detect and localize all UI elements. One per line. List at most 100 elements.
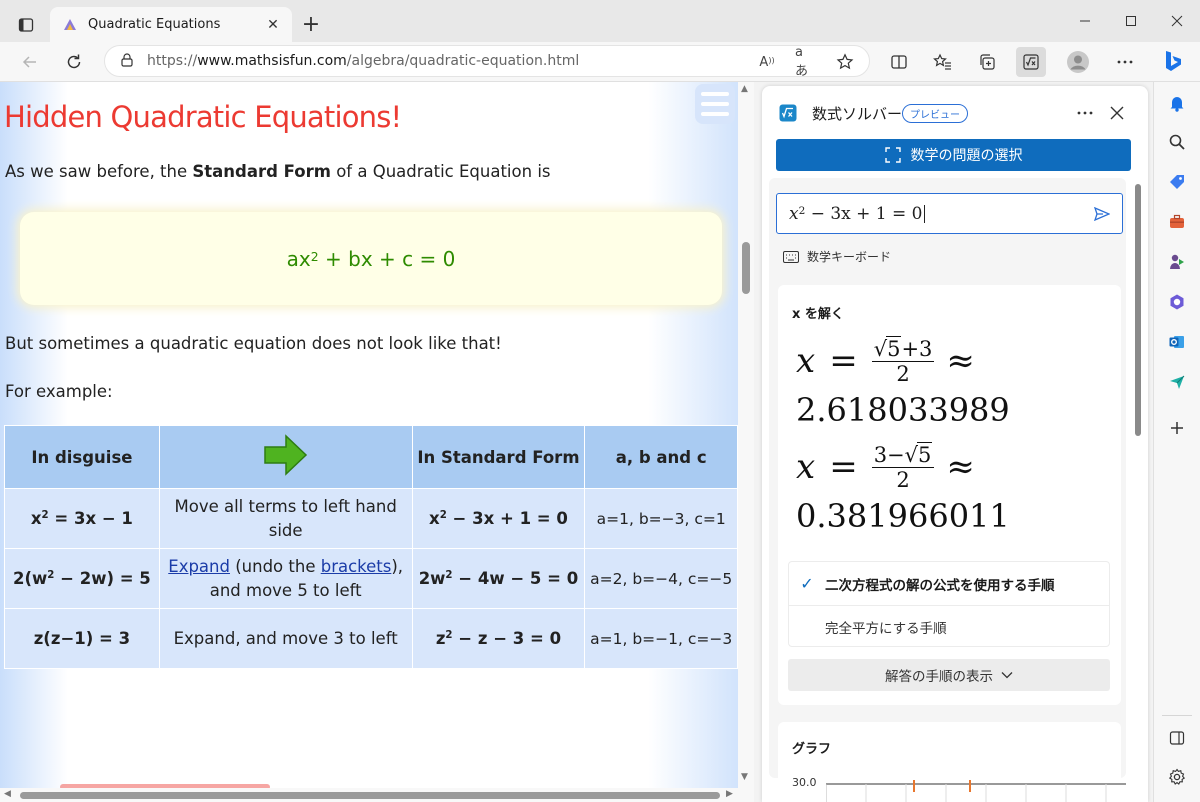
collections-icon[interactable] [972, 47, 1002, 77]
graph-heading: グラフ [792, 742, 832, 757]
scroll-left-icon[interactable]: ◀ [4, 789, 11, 799]
solution-card: x を解く x = √5+3 2 ≈ 2.618033989 x = 3−√5 2 … [778, 285, 1121, 705]
sidebar-settings-gear-icon[interactable] [1164, 764, 1190, 790]
brackets-link[interactable]: brackets [321, 557, 392, 576]
col-header-arrow [158, 425, 413, 489]
active-tab[interactable]: Quadratic Equations ✕ [50, 7, 292, 42]
page-heading: Hidden Quadratic Equations! [4, 100, 402, 134]
graph-y-axis-label: 30.0 [792, 776, 817, 789]
drop-send-icon[interactable] [1164, 369, 1190, 395]
scroll-right-icon[interactable]: ▶ [726, 789, 733, 799]
graph-card: グラフ 30.0 [778, 722, 1126, 802]
show-solution-steps-button[interactable]: 解答の手順の表示 [788, 659, 1110, 691]
search-icon[interactable] [1164, 129, 1190, 155]
shopping-tag-icon[interactable] [1164, 169, 1190, 195]
math-solver-title: 数式ソルバー [812, 105, 903, 123]
add-sidebar-app-icon[interactable] [1164, 415, 1190, 441]
new-tab-icon[interactable]: + [298, 11, 324, 37]
window-close-icon[interactable] [1154, 6, 1200, 36]
solver-close-icon[interactable] [1104, 100, 1130, 126]
cell-disguise: z(z−1) = 3 [4, 608, 160, 669]
scroll-up-icon[interactable]: ▲ [741, 84, 748, 94]
graph-plot-preview [826, 780, 1126, 802]
cell-disguise: 2(w2 − 2w) = 5 [4, 548, 160, 609]
bing-copilot-icon[interactable] [1158, 47, 1188, 77]
cell-abc: a=1, b=−1, c=−3 [584, 608, 738, 669]
page-horizontal-scroll-thumb[interactable] [20, 792, 720, 799]
split-screen-icon[interactable] [884, 47, 914, 77]
method-complete-the-square[interactable]: 完全平方にする手順 [789, 605, 1109, 648]
solver-scrollbar[interactable] [1132, 178, 1142, 798]
col-header-in-disguise: In disguise [4, 425, 160, 489]
table-row: x2 = 3x − 1 Move all terms to left hand … [4, 488, 738, 549]
more-options-icon[interactable] [1110, 47, 1140, 77]
tab-title: Quadratic Equations [88, 17, 221, 32]
address-bar[interactable]: https://www.mathsisfun.com/algebra/quadr… [104, 45, 870, 79]
tools-briefcase-icon[interactable] [1164, 209, 1190, 235]
games-icon[interactable] [1164, 249, 1190, 275]
disguise-table: In disguise In Standard Form a, b and c … [4, 425, 738, 669]
cell-standard-form: x2 − 3x + 1 = 0 [411, 488, 586, 549]
profile-avatar-icon[interactable] [1063, 47, 1093, 77]
hide-sidebar-icon[interactable] [1164, 725, 1190, 751]
expand-link[interactable]: Expand [168, 557, 230, 576]
cell-abc: a=1, b=−3, c=1 [584, 488, 738, 549]
favorite-star-icon[interactable] [835, 52, 855, 72]
cell-action: Expand, and move 3 to left [158, 608, 413, 669]
tab-close-icon[interactable]: ✕ [264, 16, 282, 34]
scroll-down-icon[interactable]: ▼ [741, 772, 748, 782]
translate-icon[interactable]: aあ [795, 45, 815, 79]
cell-abc: a=2, b=−4, c=−5 [584, 548, 738, 609]
root-two-fraction: 3−√5 2 [871, 442, 935, 492]
back-icon[interactable] [14, 46, 46, 78]
minimize-icon[interactable] [1062, 6, 1108, 36]
root-one-fraction: √5+3 2 [871, 336, 935, 386]
browser-toolbar: https://www.mathsisfun.com/algebra/quadr… [0, 42, 1200, 82]
standard-form-formula: ax 2 + bx + c = 0 [20, 212, 722, 305]
edge-sidebar-rail [1153, 82, 1200, 802]
rail-divider [1162, 715, 1192, 716]
maximize-icon[interactable] [1108, 6, 1154, 36]
solve-for-x-heading: x を解く [792, 307, 844, 322]
math-solver-logo-icon [779, 104, 797, 122]
solver-more-icon[interactable] [1072, 100, 1098, 126]
favorites-icon[interactable] [928, 47, 958, 77]
green-arrow-icon [263, 434, 307, 476]
sometimes-paragraph: But sometimes a quadratic equation does … [5, 334, 502, 353]
select-math-problem-button[interactable]: 数学の問題の選択 [776, 139, 1131, 171]
url-text: https://www.mathsisfun.com/algebra/quadr… [147, 53, 580, 69]
refresh-icon[interactable] [58, 46, 90, 78]
table-row: z(z−1) = 3 Expand, and move 3 to left z2… [4, 608, 738, 669]
read-aloud-icon[interactable]: A)) [757, 52, 777, 72]
tab-strip: Quadratic Equations ✕ + [0, 0, 1200, 42]
mathsisfun-favicon-icon [62, 17, 78, 33]
table-header-row: In disguise In Standard Form a, b and c [4, 425, 738, 489]
submit-send-icon[interactable] [1092, 204, 1112, 224]
solver-scroll-thumb[interactable] [1135, 184, 1141, 436]
checkmark-icon: ✓ [800, 574, 814, 593]
lock-icon[interactable] [121, 52, 133, 71]
col-header-standard-form: In Standard Form [411, 425, 586, 489]
cell-action: Expand (undo the brackets), and move 5 t… [158, 548, 413, 609]
tab-actions-icon[interactable] [8, 9, 44, 41]
col-header-abc: a, b and c [584, 425, 738, 489]
outlook-icon[interactable] [1164, 329, 1190, 355]
page-vertical-scroll-thumb[interactable] [742, 242, 750, 294]
preview-badge: プレビュー [902, 104, 968, 123]
math-solver-toolbar-icon[interactable] [1016, 47, 1046, 77]
intro-paragraph: As we saw before, the Standard Form of a… [5, 162, 551, 181]
page-vertical-scrollbar[interactable]: ▲ ▼ [738, 82, 754, 788]
method-quadratic-formula[interactable]: ✓ 二次方程式の解の公式を使用する手順 [789, 562, 1109, 605]
region-select-icon [884, 147, 901, 163]
microsoft-365-icon[interactable] [1164, 289, 1190, 315]
site-menu-hamburger-icon[interactable] [695, 84, 735, 124]
cell-action: Move all terms to left hand side [158, 488, 413, 549]
root-one-decimal: 2.618033989 [796, 391, 1010, 429]
cell-standard-form: z2 − z − 3 = 0 [411, 608, 586, 669]
page-horizontal-scrollbar[interactable]: ◀ ▶ [0, 788, 754, 802]
chevron-down-icon [1001, 672, 1013, 679]
math-equation-input[interactable]: x2 − 3x + 1 = 0 [776, 193, 1123, 234]
cell-standard-form: 2w2 − 4w − 5 = 0 [411, 548, 586, 609]
notifications-icon[interactable] [1164, 90, 1190, 116]
math-keyboard-link[interactable]: 数学キーボード [783, 248, 891, 265]
